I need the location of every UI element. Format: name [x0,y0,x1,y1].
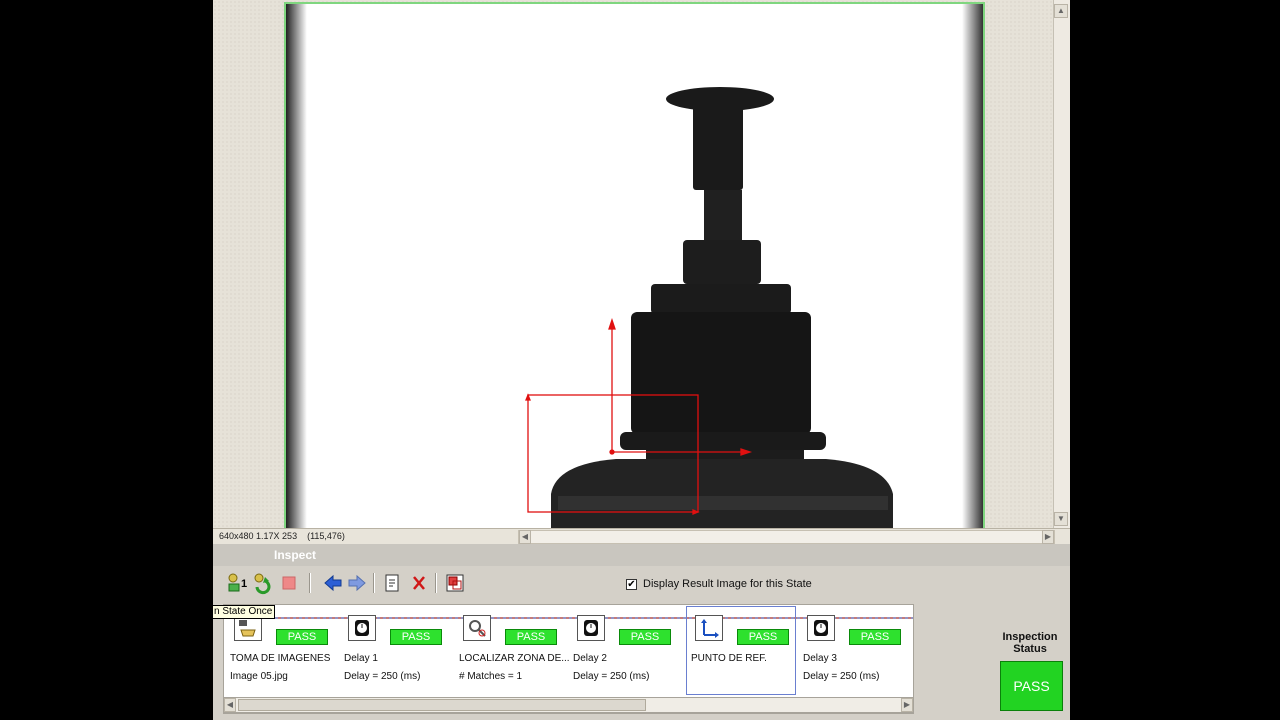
delay-timer-icon [807,615,835,641]
step-detail: Delay = 250 (ms) [573,671,650,682]
delay-timer-icon [577,615,605,641]
run-loop-icon [254,573,271,595]
acquired-image-frame[interactable] [284,2,985,528]
step-pass-badge: PASS [390,629,442,645]
arrow-left-icon [324,574,342,592]
vision-builder-window: ▲ ▼ 640x480 1.17X 253 (115,476) ◀ ▶ Insp… [213,0,1070,720]
delay-timer-icon [348,615,376,641]
step-pass-badge: PASS [505,629,557,645]
step-name: Delay 3 [803,653,837,664]
stop-button[interactable] [277,571,301,595]
step-detail: Delay = 250 (ms) [803,671,880,682]
toolbar-separator [309,573,311,593]
image-info-text: 640x480 1.17X 253 (115,476) [219,531,345,541]
edit-step-button[interactable] [381,571,405,595]
state-diagram-icon [446,574,464,592]
step-name: TOMA DE IMAGENES [230,653,331,664]
pattern-match-icon [463,615,491,641]
step-pass-badge: PASS [276,629,328,645]
previous-step-button[interactable] [321,571,345,595]
toolbar-separator [435,573,437,593]
step-name: LOCALIZAR ZONA DE... [459,653,570,664]
toolbar-separator [373,573,375,593]
inspection-status-indicator: PASS [1000,661,1063,711]
step-name: Delay 1 [344,653,378,664]
delete-step-button[interactable] [407,571,431,595]
display-result-option[interactable]: ✔ Display Result Image for this State [626,578,812,590]
step-name: PUNTO DE REF. [691,653,767,664]
step-name: Delay 2 [573,653,607,664]
viewer-horizontal-scrollbar[interactable]: ◀ ▶ [518,530,1055,544]
step-toma-de-imagenes[interactable]: PASS TOMA DE IMAGENES Image 05.jpg [226,607,336,697]
steps-scroll-left-icon[interactable]: ◀ [224,698,236,712]
steps-scroll-thumb[interactable] [238,699,646,711]
step-pass-badge: PASS [849,629,901,645]
scroll-left-icon[interactable]: ◀ [519,530,531,544]
next-step-button[interactable] [345,571,369,595]
step-localizar-zona[interactable]: PASS LOCALIZAR ZONA DE... # Matches = 1 [455,607,570,697]
inspect-header-bar [213,544,1070,566]
step-delay-3[interactable]: PASS Delay 3 Delay = 250 (ms) [799,607,909,697]
coordinate-system-icon [695,615,723,641]
viewer-vertical-scrollbar[interactable]: ▲ ▼ [1053,0,1070,528]
bottle-pump-image [286,4,983,528]
arrow-right-icon [348,574,366,592]
delete-icon [413,576,425,590]
steps-scroll-right-icon[interactable]: ▶ [901,698,913,712]
step-pass-badge: PASS [737,629,789,645]
run-state-once-button[interactable]: 1 [225,571,249,595]
step-punto-de-ref[interactable]: PASS PUNTO DE REF. [686,606,796,695]
panel-title: Inspect [274,548,317,562]
run-state-once-tooltip: n State Once [213,605,276,619]
step-pass-badge: PASS [619,629,671,645]
inspection-status-line2: Status [1013,643,1047,655]
scroll-down-icon[interactable]: ▼ [1054,512,1068,526]
inspection-status-line1: Inspection [1002,631,1058,643]
inspection-status-label: Inspection Status [990,631,1070,655]
step-delay-1[interactable]: PASS Delay 1 Delay = 250 (ms) [340,607,450,697]
state-diagram-button[interactable] [443,571,467,595]
image-viewer: ▲ ▼ [213,0,1070,528]
scroll-up-icon[interactable]: ▲ [1054,4,1068,18]
step-detail: Delay = 250 (ms) [344,671,421,682]
steps-horizontal-scrollbar[interactable]: ◀ ▶ [223,697,914,713]
display-result-checkbox[interactable]: ✔ [626,578,637,590]
step-detail: Image 05.jpg [230,671,288,682]
display-result-label: Display Result Image for this State [643,578,812,590]
run-once-badge: 1 [241,578,248,590]
stop-icon [282,576,296,590]
step-detail: # Matches = 1 [459,671,523,682]
edit-step-icon [385,574,399,592]
step-delay-2[interactable]: PASS Delay 2 Delay = 250 (ms) [569,607,679,697]
scroll-right-icon[interactable]: ▶ [1042,530,1054,544]
viewer-status-bar: 640x480 1.17X 253 (115,476) ◀ ▶ [213,528,1070,545]
run-continuously-button[interactable] [251,571,275,595]
